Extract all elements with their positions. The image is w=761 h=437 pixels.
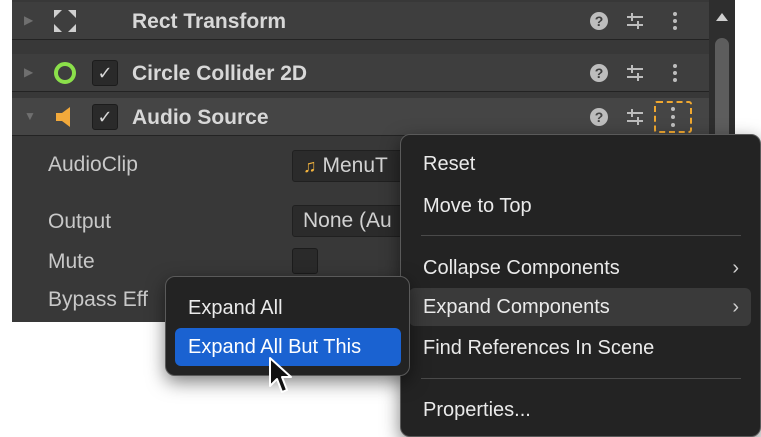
submenu-arrow-icon: ›: [732, 257, 739, 279]
component-enabled-checkbox[interactable]: ✓: [92, 60, 118, 86]
audioclip-value: MenuT: [322, 154, 388, 177]
svg-text:?: ?: [595, 13, 604, 29]
menu-separator: [421, 235, 741, 236]
stage: ▶ Rect Transform ? ▶ ✓ Circle Collider 2…: [0, 0, 761, 437]
help-icon[interactable]: ?: [588, 106, 610, 128]
output-value: None (Au: [303, 209, 392, 232]
svg-text:?: ?: [595, 109, 604, 125]
help-icon[interactable]: ?: [588, 62, 610, 84]
component-header-audio-source[interactable]: ▼ ✓ Audio Source ?: [12, 98, 709, 136]
component-header-circle-collider[interactable]: ▶ ✓ Circle Collider 2D ?: [12, 54, 709, 92]
help-icon[interactable]: ?: [588, 10, 610, 32]
audio-source-icon: [52, 104, 78, 130]
output-field[interactable]: None (Au: [292, 205, 412, 237]
mute-checkbox[interactable]: [292, 248, 318, 274]
property-label-output: Output: [48, 210, 112, 233]
component-header-rect-transform[interactable]: ▶ Rect Transform ?: [12, 2, 709, 40]
menu-item-properties[interactable]: Properties...: [409, 391, 751, 429]
foldout-arrow-icon[interactable]: ▶: [24, 65, 38, 79]
menu-item-label: Expand Components: [423, 296, 610, 318]
menu-item-label: Collapse Components: [423, 257, 620, 279]
component-enabled-checkbox[interactable]: ✓: [92, 104, 118, 130]
component-title: Circle Collider 2D: [132, 62, 308, 85]
presets-icon[interactable]: [624, 62, 646, 84]
property-label-bypass-effects: Bypass Eff: [48, 288, 148, 311]
menu-separator: [421, 378, 741, 379]
property-label-audioclip: AudioClip: [48, 153, 138, 176]
circle-collider-icon: [52, 60, 78, 86]
submenu-arrow-icon: ›: [732, 296, 739, 318]
foldout-arrow-icon[interactable]: ▶: [24, 13, 38, 27]
menu-item-move-to-top[interactable]: Move to Top: [409, 187, 751, 225]
menu-item-label: Find References In Scene: [423, 337, 655, 359]
property-label-mute: Mute: [48, 250, 95, 273]
menu-item-label: Move to Top: [423, 195, 532, 217]
submenu-item-expand-all[interactable]: Expand All: [175, 289, 401, 327]
more-options-icon[interactable]: [664, 62, 686, 84]
scroll-up-arrow-icon[interactable]: [715, 12, 729, 22]
menu-item-label: Properties...: [423, 399, 531, 421]
submenu-item-label: Expand All But This: [188, 336, 362, 358]
component-title: Audio Source: [132, 106, 269, 129]
foldout-arrow-icon[interactable]: ▼: [24, 109, 38, 123]
presets-icon[interactable]: [624, 10, 646, 32]
context-menu: Reset Move to Top Collapse Components › E…: [400, 134, 761, 437]
menu-item-find-references[interactable]: Find References In Scene: [409, 329, 751, 367]
more-options-icon[interactable]: [654, 101, 692, 133]
presets-icon[interactable]: [624, 106, 646, 128]
menu-item-expand-components[interactable]: Expand Components ›: [409, 288, 751, 326]
menu-item-reset[interactable]: Reset: [409, 145, 751, 183]
more-options-icon[interactable]: [664, 10, 686, 32]
menu-item-collapse-components[interactable]: Collapse Components ›: [409, 249, 751, 287]
menu-item-label: Reset: [423, 153, 476, 175]
rect-transform-icon: [52, 8, 78, 34]
audioclip-field[interactable]: ♫ MenuT: [292, 150, 412, 182]
svg-text:?: ?: [595, 65, 604, 81]
submenu-item-label: Expand All: [188, 297, 283, 319]
component-title: Rect Transform: [132, 10, 287, 33]
mouse-cursor-icon: [269, 357, 292, 393]
audio-clip-icon: ♫: [303, 156, 317, 176]
